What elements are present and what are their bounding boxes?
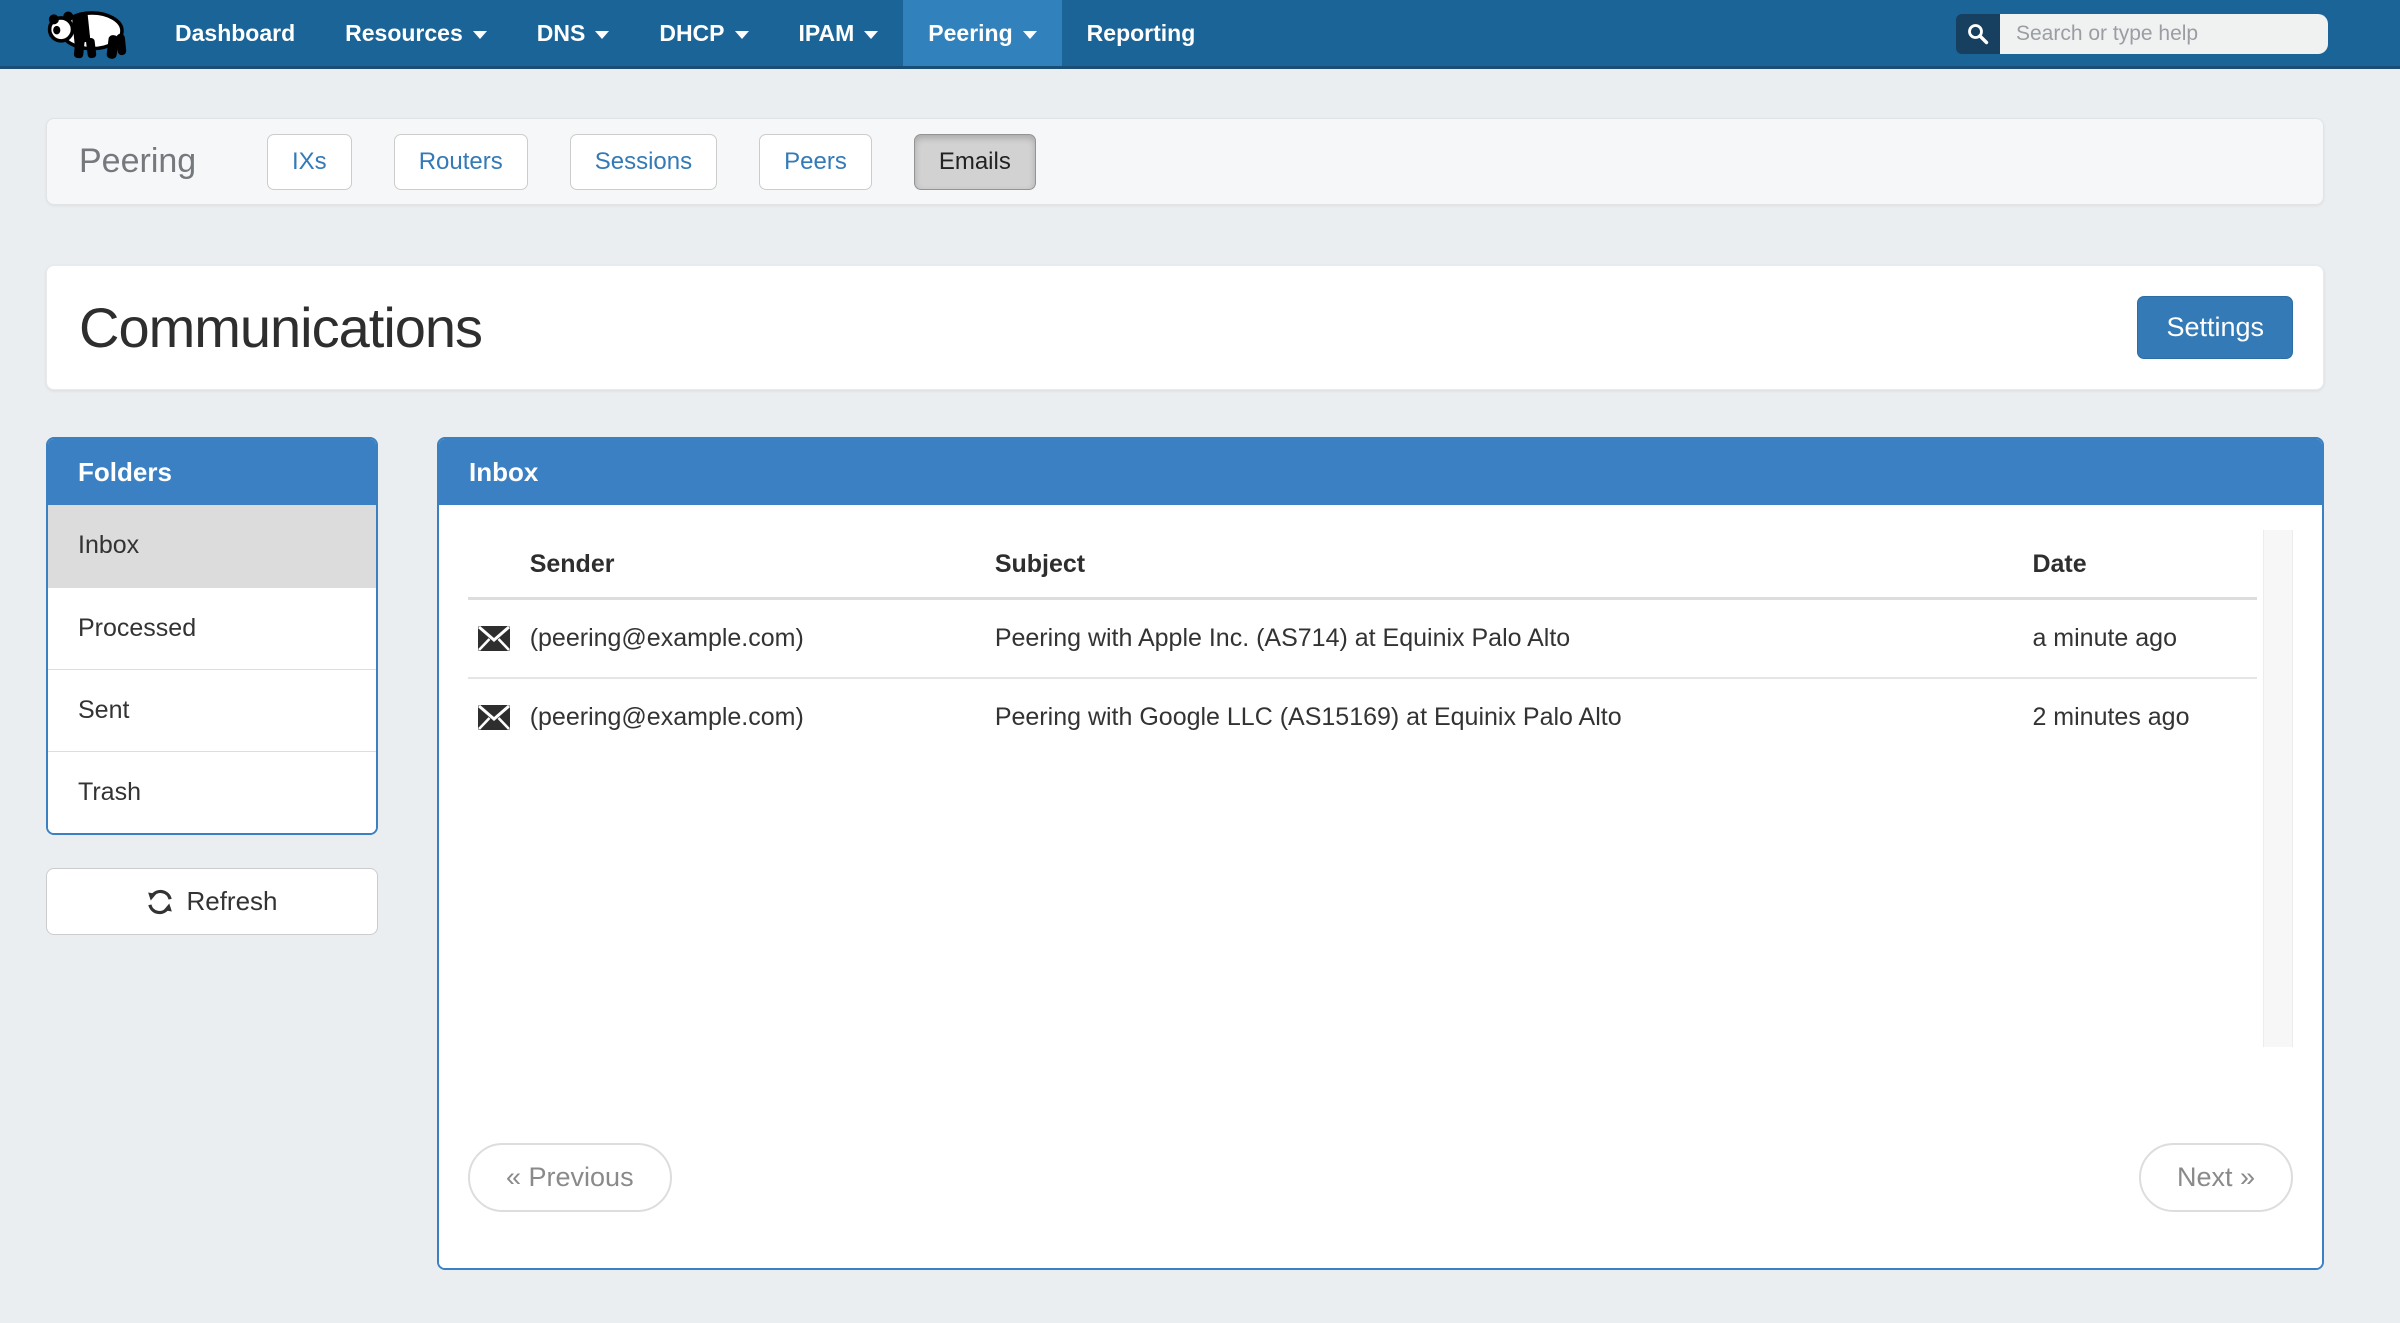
folder-item-trash[interactable]: Trash (48, 751, 376, 833)
nav-label: Reporting (1087, 20, 1196, 47)
email-row[interactable]: (peering@example.com) Peering with Apple… (468, 599, 2257, 679)
folder-item-sent[interactable]: Sent (48, 669, 376, 751)
panda-logo (46, 4, 132, 62)
chevron-down-icon (1023, 31, 1037, 39)
top-navbar: Dashboard Resources DNS DHCP IPAM Peerin… (0, 0, 2400, 69)
section-label: Peering (79, 142, 267, 181)
nav-item-dns[interactable]: DNS (512, 0, 635, 66)
page-header: Communications Settings (46, 265, 2324, 390)
email-date: 2 minutes ago (2024, 678, 2257, 756)
content-row: Folders Inbox Processed Sent Trash Refre… (46, 437, 2324, 1270)
nav-item-ipam[interactable]: IPAM (774, 0, 904, 66)
email-row[interactable]: (peering@example.com) Peering with Googl… (468, 678, 2257, 756)
app-logo[interactable] (0, 0, 150, 66)
global-search (1956, 14, 2328, 54)
tab-ixs[interactable]: IXs (267, 134, 352, 190)
column-header-icon (468, 530, 522, 599)
nav-label: Dashboard (175, 20, 295, 47)
search-button[interactable] (1956, 14, 2000, 54)
folders-panel: Folders Inbox Processed Sent Trash (46, 437, 378, 835)
nav-item-reporting[interactable]: Reporting (1062, 0, 1221, 66)
email-sender: (peering@example.com) (522, 599, 987, 679)
peering-toolbar: Peering IXs Routers Sessions Peers Email… (46, 118, 2324, 205)
table-scrollbar[interactable] (2263, 530, 2293, 1047)
chevron-down-icon (864, 31, 878, 39)
email-subject: Peering with Apple Inc. (AS714) at Equin… (987, 599, 2025, 679)
column-header-subject: Subject (987, 530, 2025, 599)
tab-routers[interactable]: Routers (394, 134, 528, 190)
column-header-sender: Sender (522, 530, 987, 599)
nav-item-peering[interactable]: Peering (903, 0, 1061, 66)
pagination: « Previous Next » (468, 1143, 2293, 1212)
folder-list: Inbox Processed Sent Trash (48, 505, 376, 833)
email-table-region: Sender Subject Date (468, 530, 2293, 1047)
inbox-panel-title: Inbox (439, 439, 2322, 505)
email-table: Sender Subject Date (468, 530, 2257, 756)
refresh-button[interactable]: Refresh (46, 868, 378, 935)
folder-item-processed[interactable]: Processed (48, 587, 376, 669)
email-date: a minute ago (2024, 599, 2257, 679)
envelope-icon (478, 626, 510, 651)
nav-item-dhcp[interactable]: DHCP (634, 0, 773, 66)
nav-label: DHCP (659, 20, 724, 47)
inbox-panel-body: Sender Subject Date (439, 505, 2322, 1268)
nav-label: Peering (928, 20, 1012, 47)
email-sender: (peering@example.com) (522, 678, 987, 756)
inbox-panel: Inbox Sender Subject Date (437, 437, 2324, 1270)
email-table-header-row: Sender Subject Date (468, 530, 2257, 599)
chevron-down-icon (735, 31, 749, 39)
nav-item-dashboard[interactable]: Dashboard (150, 0, 320, 66)
nav-label: IPAM (799, 20, 855, 47)
page-content: Peering IXs Routers Sessions Peers Email… (0, 118, 2324, 1270)
tab-peers[interactable]: Peers (759, 134, 872, 190)
refresh-label: Refresh (186, 886, 277, 917)
tab-emails[interactable]: Emails (914, 134, 1036, 190)
folders-sidebar: Folders Inbox Processed Sent Trash Refre… (46, 437, 378, 935)
search-input[interactable] (2000, 14, 2328, 54)
refresh-icon (146, 888, 174, 916)
search-icon (1966, 22, 1990, 46)
page-title: Communications (79, 295, 482, 360)
nav-label: Resources (345, 20, 463, 47)
settings-button[interactable]: Settings (2137, 296, 2293, 359)
folders-panel-title: Folders (48, 439, 376, 505)
chevron-down-icon (595, 31, 609, 39)
main-menu: Dashboard Resources DNS DHCP IPAM Peerin… (150, 0, 1220, 66)
email-subject: Peering with Google LLC (AS15169) at Equ… (987, 678, 2025, 756)
next-page-button[interactable]: Next » (2139, 1143, 2293, 1212)
previous-page-button[interactable]: « Previous (468, 1143, 672, 1212)
chevron-down-icon (473, 31, 487, 39)
nav-item-resources[interactable]: Resources (320, 0, 512, 66)
nav-label: DNS (537, 20, 586, 47)
column-header-date: Date (2024, 530, 2257, 599)
tab-sessions[interactable]: Sessions (570, 134, 717, 190)
folder-item-inbox[interactable]: Inbox (48, 505, 376, 587)
envelope-icon (478, 705, 510, 730)
